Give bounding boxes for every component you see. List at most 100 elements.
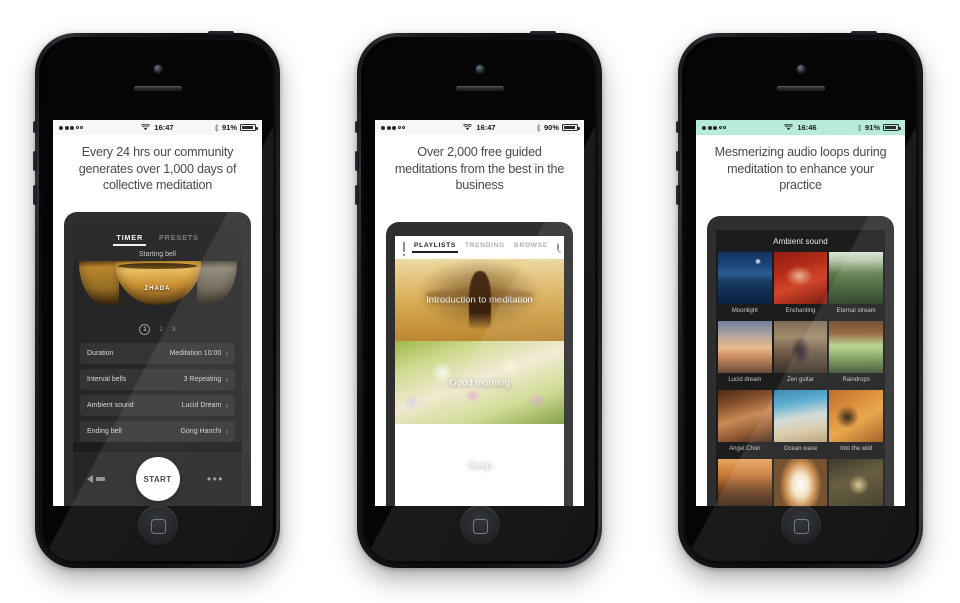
volume-up-button[interactable]	[33, 151, 37, 171]
row-value: 3 Repeating	[183, 376, 222, 383]
row-label: Ending bell	[87, 428, 122, 435]
row-value: Meditation 10:00	[169, 350, 222, 357]
home-button[interactable]	[137, 505, 178, 545]
row-value-wrap: Meditation 10:00 ›	[170, 349, 228, 358]
mute-switch[interactable]	[355, 121, 359, 133]
volume-control[interactable]: 85%	[87, 475, 105, 483]
phone2-screen: 16:47 90% Over 2,000 free guided meditat…	[375, 120, 584, 506]
chevron-right-icon: ›	[225, 375, 228, 384]
more-options-button[interactable]: •••	[207, 472, 224, 486]
bell-prev-thumb[interactable]	[78, 261, 119, 305]
phone-face: 16:46 91% Mesmerizing audio loops during…	[685, 40, 916, 561]
phone3-app-panel: Ambient sound Moonlight Enchanting Etern…	[707, 216, 894, 506]
pager-dot-1[interactable]: 1	[139, 324, 151, 335]
playlist-card-sleep[interactable]: Sleep	[395, 424, 564, 506]
earpiece-speaker	[776, 86, 825, 91]
tab-timer[interactable]: TIMER	[113, 233, 146, 246]
search-icon[interactable]	[556, 243, 559, 251]
pager-dot-2[interactable]: 2	[159, 326, 163, 333]
home-button[interactable]	[459, 505, 500, 545]
sound-label: Eternal stream	[829, 304, 883, 319]
tab-trending[interactable]: TRENDING	[465, 242, 505, 252]
tab-playlists[interactable]: PLAYLISTS	[412, 242, 458, 253]
sound-tile-moonlight[interactable]: Moonlight	[718, 252, 772, 319]
sound-tile-ocean-wave[interactable]: Ocean wave	[773, 390, 828, 457]
bell-carousel[interactable]: ZHADA	[73, 261, 242, 319]
row-label: Ambient sound	[87, 402, 134, 409]
chevron-right-icon: ›	[225, 427, 228, 436]
sound-thumb	[773, 459, 828, 506]
phone2-caption: Over 2,000 free guided meditations from …	[394, 145, 565, 193]
screenshot-stage: 16:47 91% Every 24 hrs our community gen…	[0, 0, 960, 603]
battery-icon	[240, 124, 258, 131]
sound-tile-partial-1[interactable]	[718, 459, 772, 506]
home-button[interactable]	[780, 505, 821, 545]
sound-thumb	[829, 459, 883, 506]
volume-down-button[interactable]	[33, 185, 37, 205]
timer-settings-list: Duration Meditation 10:00 › Interval bel…	[73, 341, 242, 442]
sound-tile-raindrops[interactable]: Raindrops	[829, 321, 883, 388]
phone3-caption: Mesmerizing audio loops during meditatio…	[714, 145, 887, 193]
sound-tile-zen-guitar[interactable]: Zen guitar	[773, 321, 828, 388]
sound-tile-eternal-stream[interactable]: Eternal stream	[829, 252, 883, 319]
phone-device-ambient: 16:46 91% Mesmerizing audio loops during…	[676, 31, 923, 568]
playlist-card-intro[interactable]: Introduction to meditation	[395, 259, 564, 342]
tab-browse[interactable]: BROWSE	[514, 242, 548, 252]
sound-label: Enchanting	[773, 304, 828, 319]
sound-thumb	[718, 390, 772, 442]
sound-label: Zen guitar	[773, 373, 828, 388]
sound-thumb	[718, 321, 772, 373]
setting-row-ending-bell[interactable]: Ending bell Gong Hanchi ›	[80, 421, 235, 442]
mute-switch[interactable]	[33, 121, 37, 133]
sound-label: Angel Choir	[718, 442, 772, 457]
row-value-wrap: 3 Repeating ›	[184, 375, 228, 384]
volume-down-button[interactable]	[355, 185, 359, 205]
sound-tile-partial-3[interactable]	[829, 459, 883, 506]
sound-label: Lucid dream	[718, 373, 772, 388]
bell-selected[interactable]: ZHADA	[114, 261, 201, 305]
sound-label: Raindrops	[829, 373, 883, 388]
sound-tile-partial-2[interactable]	[773, 459, 828, 506]
earpiece-speaker	[455, 86, 504, 91]
sound-tile-into-the-wild[interactable]: Into the wild	[829, 390, 883, 457]
playlists-navbar: PLAYLISTS TRENDING BROWSE	[395, 236, 564, 257]
sound-tile-angel-choir[interactable]: Angel Choir	[718, 390, 772, 457]
tab-presets[interactable]: PRESETS	[159, 233, 199, 246]
start-button[interactable]: START	[135, 457, 180, 501]
sound-thumb	[773, 252, 828, 304]
status-center: 16:46	[696, 123, 905, 132]
bookmark-icon[interactable]	[402, 242, 406, 256]
setting-row-duration[interactable]: Duration Meditation 10:00 ›	[80, 343, 235, 364]
sound-label: Ocean wave	[773, 442, 828, 457]
front-camera-icon	[153, 65, 162, 73]
ambient-app-screen: Ambient sound Moonlight Enchanting Etern…	[716, 230, 885, 506]
sound-tile-lucid-dream[interactable]: Lucid dream	[718, 321, 772, 388]
phone-face: 16:47 90% Over 2,000 free guided meditat…	[364, 40, 595, 561]
volume-up-button[interactable]	[676, 151, 680, 171]
status-center: 16:47	[53, 123, 262, 132]
sound-thumb	[829, 390, 883, 442]
power-button[interactable]	[530, 31, 556, 35]
sound-tile-enchanting[interactable]: Enchanting	[773, 252, 828, 319]
sound-label: Into the wild	[829, 442, 883, 457]
earpiece-speaker	[133, 86, 182, 91]
sound-label: Moonlight	[718, 304, 772, 319]
chevron-right-icon: ›	[225, 349, 228, 358]
sound-thumb	[829, 252, 883, 304]
setting-row-ambient-sound[interactable]: Ambient sound Lucid Dream ›	[80, 395, 235, 416]
playlist-card-good-morning[interactable]: Good morning	[395, 341, 564, 424]
power-button[interactable]	[851, 31, 877, 35]
status-time: 16:46	[797, 123, 817, 132]
mute-switch[interactable]	[676, 121, 680, 133]
sound-thumb	[718, 459, 772, 506]
status-bar: 16:46 91%	[696, 120, 905, 135]
setting-row-interval-bells[interactable]: Interval bells 3 Repeating ›	[80, 369, 235, 390]
volume-down-button[interactable]	[676, 185, 680, 205]
power-button[interactable]	[208, 31, 234, 35]
bell-next-thumb[interactable]	[196, 261, 237, 305]
playlist-card-list: Introduction to meditation Good morning …	[395, 259, 564, 506]
playlists-app-screen: PLAYLISTS TRENDING BROWSE Introduction t…	[395, 236, 564, 506]
volume-up-button[interactable]	[355, 151, 359, 171]
pager-dot-3[interactable]: 3	[172, 326, 176, 333]
status-center: 16:47	[375, 123, 584, 132]
